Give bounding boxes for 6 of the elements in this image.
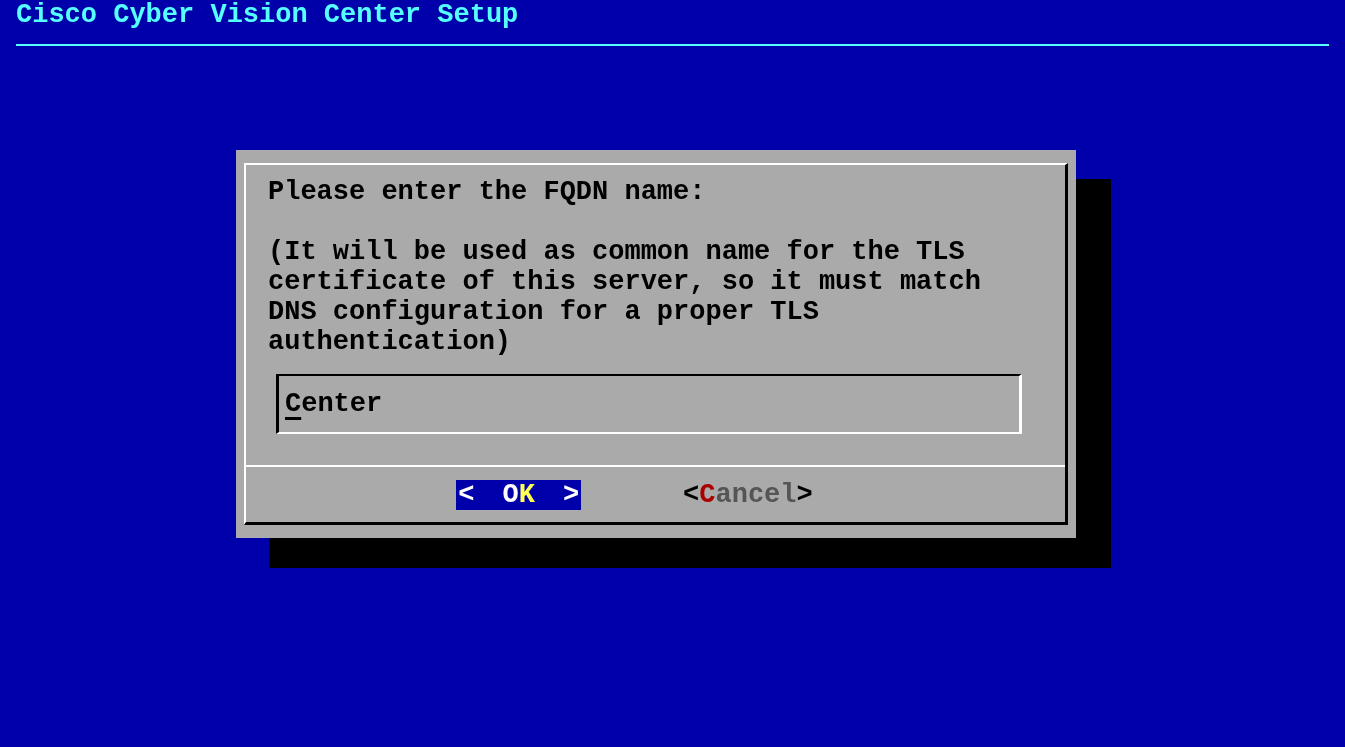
input-field[interactable]: Center [276, 374, 1022, 434]
ok-button[interactable]: < OK > [456, 479, 582, 510]
description-text: (It will be used as common name for the TLS certificate of this server, so it must match DNS configuration for a proper TLS authentication) [268, 237, 982, 357]
cancel-button[interactable]: <Cancel> [681, 479, 815, 510]
prompt-text: Please enter the FQDN name: [268, 177, 707, 207]
window-title: Cisco Cyber Vision Center Setup [15, 0, 520, 30]
